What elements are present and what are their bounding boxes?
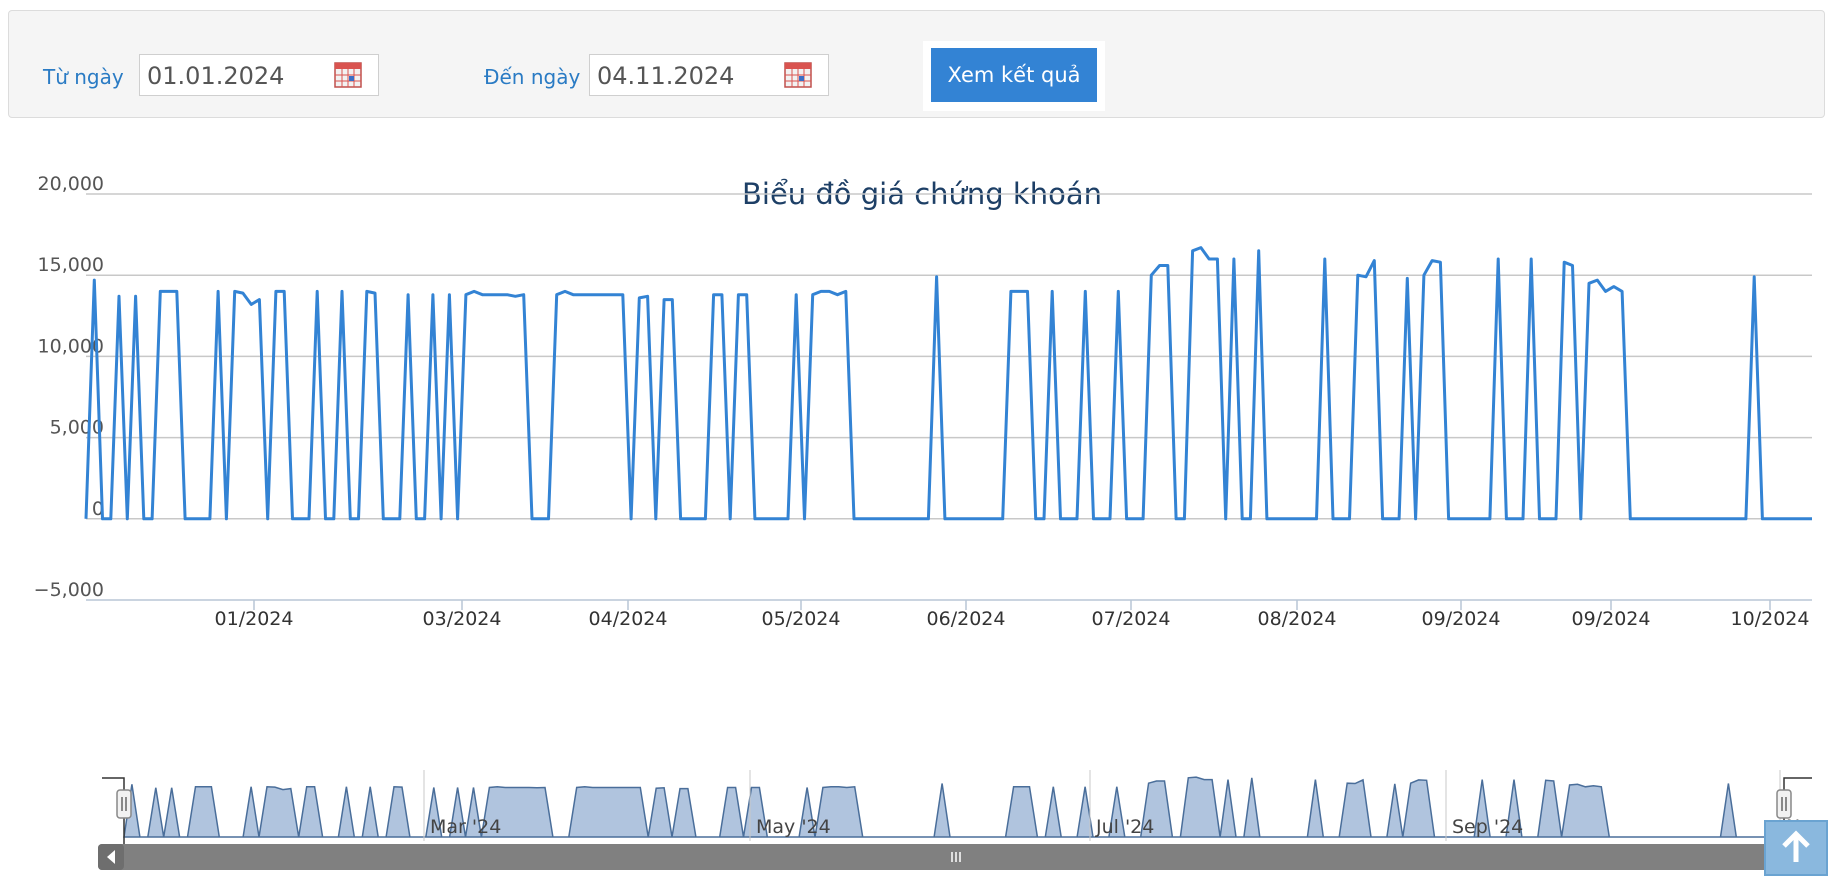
y-tick-label: 20,000 bbox=[38, 173, 104, 195]
arrow-up-icon bbox=[1782, 830, 1810, 862]
x-tick-label: 01/2024 bbox=[215, 608, 294, 630]
x-tick-label: 05/2024 bbox=[762, 608, 841, 630]
x-tick-label: 09/2024 bbox=[1572, 608, 1651, 630]
navigator-tick-label: Mar '24 bbox=[430, 816, 501, 838]
submit-button-wrapper: Xem kết quả bbox=[923, 41, 1105, 111]
y-tick-label: 10,000 bbox=[38, 335, 104, 357]
to-date-field[interactable]: 04.11.2024 bbox=[589, 54, 829, 96]
navigator-tick-label: May '24 bbox=[756, 816, 831, 838]
scrollbar-track[interactable] bbox=[98, 844, 1812, 870]
calendar-icon[interactable] bbox=[334, 62, 362, 88]
view-results-button[interactable]: Xem kết quả bbox=[931, 48, 1097, 102]
x-tick-label: 06/2024 bbox=[927, 608, 1006, 630]
series-group bbox=[84, 246, 1812, 521]
from-date-value: 01.01.2024 bbox=[147, 62, 285, 90]
x-tick-label: 10/2024 bbox=[1731, 608, 1810, 630]
x-tick-label: 03/2024 bbox=[423, 608, 502, 630]
x-tick-label: 04/2024 bbox=[589, 608, 668, 630]
x-tick-label: 08/2024 bbox=[1258, 608, 1337, 630]
y-axis: 20,00015,00010,0005,0000−5,000 bbox=[34, 173, 104, 601]
from-date-field[interactable]: 01.01.2024 bbox=[139, 54, 379, 96]
to-date-label: Đến ngày bbox=[484, 65, 581, 89]
scroll-to-top-button[interactable] bbox=[1764, 820, 1828, 876]
navigator-tick-label: Sep '24 bbox=[1452, 816, 1523, 838]
y-tick-label: 5,000 bbox=[50, 417, 104, 439]
calendar-icon[interactable] bbox=[784, 62, 812, 88]
navigator-tick-label: Jul '24 bbox=[1095, 816, 1154, 838]
range-navigator[interactable]: Mar '24May '24Jul '24Sep '24Nov bbox=[98, 766, 1823, 870]
y-tick-label: 15,000 bbox=[38, 254, 104, 276]
x-tick-label: 09/2024 bbox=[1422, 608, 1501, 630]
y-tick-label: −5,000 bbox=[34, 579, 104, 601]
to-date-value: 04.11.2024 bbox=[597, 62, 735, 90]
from-date-label: Từ ngày bbox=[43, 65, 124, 89]
navigator-left-handle[interactable] bbox=[116, 789, 132, 819]
navigator-right-handle[interactable] bbox=[1776, 789, 1792, 819]
stock-price-chart: Biểu đồ giá chứng khoán 20,00015,00010,0… bbox=[34, 173, 1823, 870]
price-series-line bbox=[84, 246, 1812, 521]
x-tick-label: 07/2024 bbox=[1092, 608, 1171, 630]
date-filter-bar: Từ ngày 01.01.2024 Đến ngày 04.11.2024 X… bbox=[8, 10, 1825, 118]
x-axis: 01/2024 03/2024 04/2024 05/2024 06/2024 07/20… bbox=[215, 600, 1810, 630]
